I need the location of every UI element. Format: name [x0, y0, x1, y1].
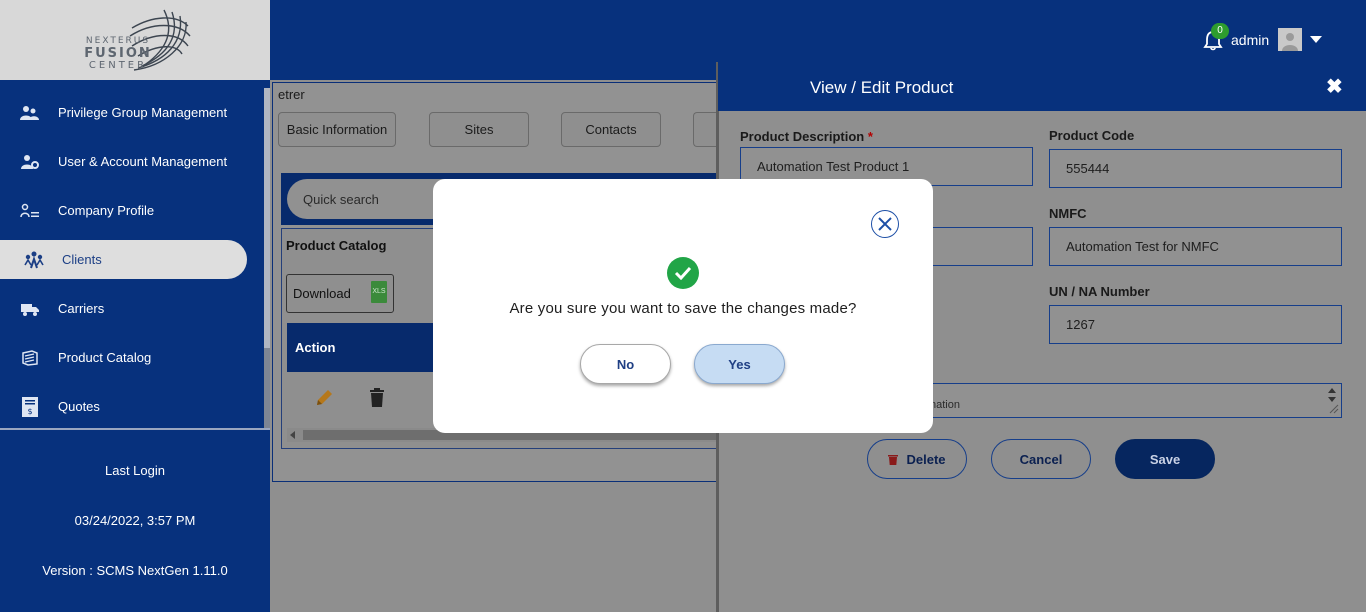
search-placeholder: Quick search: [303, 192, 379, 207]
product-code-field[interactable]: 555444: [1049, 149, 1342, 188]
tab-sites[interactable]: Sites: [429, 112, 529, 147]
sidebar-item-company-profile[interactable]: Company Profile: [0, 186, 262, 235]
sidebar-item-label: Clients: [62, 252, 102, 267]
sidebar-item-user-account-management[interactable]: User & Account Management: [0, 137, 262, 186]
panel-title: View / Edit Product: [810, 78, 954, 97]
required-marker: *: [867, 129, 873, 144]
truck-icon: [20, 299, 40, 319]
confirm-message: Are you sure you want to save the change…: [509, 300, 857, 317]
tab-contacts[interactable]: Contacts: [561, 112, 661, 147]
save-button[interactable]: Save: [1115, 439, 1215, 479]
scroll-left-icon[interactable]: [290, 431, 295, 439]
sidebar-item-label: User & Account Management: [58, 154, 228, 169]
sidebar-item-clients[interactable]: Clients: [0, 240, 247, 279]
logo-line-3: CENTER: [88, 60, 148, 71]
cancel-button[interactable]: Cancel: [991, 439, 1091, 479]
users-icon: [20, 103, 40, 123]
notification-badge: 0: [1211, 23, 1229, 39]
sidebar-item-privilege-group-management[interactable]: Privilege Group Management: [0, 88, 262, 137]
version-text: Version : SCMS NextGen 1.11.0: [42, 563, 228, 578]
avatar[interactable]: [1278, 28, 1302, 51]
trash-icon: [888, 454, 899, 465]
nmfc-field[interactable]: Automation Test for NMFC: [1049, 227, 1342, 266]
sidebar-item-label: Quotes: [58, 399, 100, 414]
un-na-number-label: UN / NA Number: [1049, 284, 1150, 299]
logo: NEXTERUS FUSION CENTER: [0, 0, 270, 80]
logo-line-2: FUSION: [84, 46, 152, 61]
sidebar-item-label: Carriers: [58, 301, 105, 316]
product-description-label-text: Product Description: [740, 129, 865, 144]
tab-basic-information[interactable]: Basic Information: [278, 112, 396, 147]
sidebar-divider: [0, 428, 270, 430]
partial-field[interactable]: [930, 227, 1033, 266]
last-login-label: Last Login: [105, 463, 165, 478]
sidebar-item-product-catalog[interactable]: Product Catalog: [0, 333, 262, 382]
xls-file-icon: XLS: [371, 281, 387, 303]
chevron-down-icon[interactable]: [1310, 36, 1322, 43]
download-label: Download: [293, 286, 351, 301]
sidebar-nav: Privilege Group Management User & Accoun…: [0, 88, 262, 431]
delete-label: Delete: [906, 451, 946, 467]
pencil-icon[interactable]: [314, 388, 334, 408]
trash-icon[interactable]: [369, 388, 385, 407]
close-icon[interactable]: ✖: [1326, 74, 1343, 99]
sidebar-item-carriers[interactable]: Carriers: [0, 284, 262, 333]
column-header-action: Action: [295, 340, 336, 355]
catalog-icon: [20, 348, 40, 368]
client-name: etrer: [278, 87, 305, 102]
last-login-value: 03/24/2022, 3:57 PM: [74, 513, 196, 528]
yes-button[interactable]: Yes: [694, 344, 785, 384]
product-description-label: Product Description *: [740, 129, 873, 144]
profile-icon: [20, 201, 40, 221]
sidebar-item-quotes[interactable]: $ Quotes: [0, 382, 262, 431]
product-catalog-title: Product Catalog: [286, 238, 387, 253]
delete-button[interactable]: Delete: [867, 439, 967, 479]
logo-wordmark: NEXTERUS FUSION CENTER: [78, 37, 158, 71]
svg-text:$: $: [27, 407, 32, 416]
no-button[interactable]: No: [580, 344, 671, 384]
product-code-label: Product Code: [1049, 128, 1135, 143]
tab-next-partial[interactable]: [693, 112, 718, 147]
user-name[interactable]: admin: [1231, 32, 1269, 48]
textarea-resize-icon[interactable]: [1324, 385, 1340, 415]
nmfc-label: NMFC: [1049, 206, 1087, 221]
logo-line-1: NEXTERUS: [85, 36, 151, 46]
close-icon[interactable]: [871, 210, 899, 238]
notes-textarea[interactable]: nation: [930, 383, 1342, 418]
sidebar-item-label: Product Catalog: [58, 350, 152, 365]
sidebar-item-label: Company Profile: [58, 203, 155, 218]
sidebar-item-label: Privilege Group Management: [58, 105, 228, 120]
notes-partial-text: nation: [930, 399, 960, 411]
clients-icon: [24, 250, 44, 270]
check-circle-icon: [667, 257, 699, 289]
quote-icon: $: [20, 396, 40, 417]
user-gear-icon: [20, 152, 40, 172]
un-na-number-field[interactable]: 1267: [1049, 305, 1342, 344]
